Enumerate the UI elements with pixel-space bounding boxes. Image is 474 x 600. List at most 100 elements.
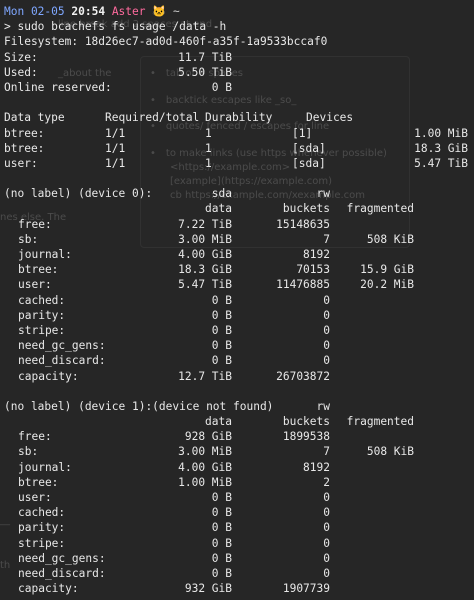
prompt-date: Mon 02-05 — [4, 5, 65, 18]
usage-fragmented: 15.9 GiB — [360, 263, 414, 277]
durability: 1 — [205, 126, 212, 140]
summary-block: Filesystem: 18d26ec7-ad0d-460f-a35f-1a95… — [4, 34, 468, 95]
required-total: 1/1 — [105, 126, 126, 140]
device-1-row: free: 928 GiB 1899538 — [4, 429, 468, 444]
usage-data: 0 B — [211, 521, 232, 535]
device-0-row: need_gc_gens: 0 B 0 — [4, 338, 468, 353]
usage-label: btree: — [18, 475, 59, 489]
usage-label: stripe: — [18, 536, 66, 550]
device-1-row: parity: 0 B 0 — [4, 520, 468, 535]
devices: [sda] — [292, 156, 326, 170]
device-0-row: cached: 0 B 0 — [4, 293, 468, 308]
usage-data: 3.00 MiB — [178, 232, 232, 246]
usage-buckets: 0 — [323, 521, 330, 535]
usage-label: need_gc_gens: — [18, 339, 106, 353]
device-0-row: journal: 4.00 GiB 8192 — [4, 247, 468, 262]
usage-buckets: 70153 — [296, 263, 330, 277]
prompt-line: Mon 02-05 20:54 Aster 🐱 ~ — [4, 4, 468, 19]
devices: [1] — [292, 126, 313, 140]
device-1-row: sb: 3.00 MiB 7 508 KiB — [4, 444, 468, 459]
usage-data: 0 B — [211, 536, 232, 550]
summary-row: Used: 5.50 TiB — [4, 65, 468, 80]
durability: 1 — [205, 156, 212, 170]
usage-data: 0 B — [211, 491, 232, 504]
data-type: user: — [4, 156, 38, 170]
summary-label: Size: — [4, 50, 38, 64]
device-1-row: capacity: 932 GiB 1907739 — [4, 581, 468, 596]
usage-buckets: 26703872 — [276, 369, 330, 383]
usage-data: 0 B — [211, 506, 232, 520]
usage-data: 7.22 TiB — [178, 217, 232, 231]
device-title-row: (no label) (device 1):(device not found)… — [4, 399, 468, 414]
usage-label: parity: — [18, 308, 66, 322]
usage-buckets: 0 — [323, 354, 330, 368]
usage-label: capacity: — [18, 369, 79, 383]
usage-label: cached: — [18, 506, 66, 520]
device-1-block: (no label) (device 1):(device not found)… — [4, 399, 468, 596]
device-0-row: stripe: 0 B 0 — [4, 323, 468, 338]
device-0-block: (no label) (device 0): sda rw data buckets fr… — [4, 186, 468, 383]
devices: [sda] — [292, 141, 326, 155]
usage-label: sb: — [18, 232, 39, 246]
summary-value: 0 B — [211, 80, 232, 94]
usage-data: 18.3 GiB — [178, 263, 232, 277]
replicas-row: btree: 1/1 1 [1] 1.00 MiB — [4, 126, 468, 141]
usage-data: 0 B — [211, 551, 232, 565]
cat-icon: 🐱 — [152, 5, 167, 18]
summary-value: 11.7 TiB — [178, 50, 232, 64]
device-1-row: journal: 4.00 GiB 8192 — [4, 460, 468, 475]
usage-label: journal: — [18, 460, 72, 474]
replicas-header: Data type Required/total Durability Devices — [4, 110, 468, 125]
size: 1.00 MiB — [414, 126, 468, 140]
usage-label: user: — [18, 491, 52, 504]
data-type: btree: — [4, 141, 45, 155]
replicas-header-cell: Devices — [306, 111, 354, 125]
usage-buckets: 11476885 — [276, 278, 330, 292]
device-0-row: user: 5.47 TiB 11476885 20.2 MiB — [4, 277, 468, 292]
usage-label: stripe: — [18, 323, 66, 337]
device-state: rw — [316, 399, 330, 413]
size: 5.47 TiB — [414, 156, 468, 170]
device-1-row: need_discard: 0 B 0 — [4, 566, 468, 581]
device-header-fragmented: fragmented — [346, 202, 414, 216]
usage-data: 0 B — [211, 308, 232, 322]
required-total: 1/1 — [105, 141, 126, 155]
device-1-row: user: 0 B 0 — [4, 490, 468, 505]
usage-label: need_discard: — [18, 566, 106, 580]
usage-buckets: 0 — [323, 566, 330, 580]
usage-label: free: — [18, 430, 52, 444]
device-title-row: (no label) (device 0): sda rw — [4, 186, 468, 201]
usage-label: free: — [18, 217, 52, 231]
usage-buckets: 0 — [323, 491, 330, 504]
terminal-output: Mon 02-05 20:54 Aster 🐱 ~ > sudo bcachef… — [4, 4, 468, 596]
usage-data: 0 B — [211, 354, 232, 368]
usage-fragmented: 508 KiB — [366, 445, 414, 459]
usage-fragmented: 20.2 MiB — [360, 278, 414, 292]
usage-fragmented: 508 KiB — [366, 232, 414, 246]
usage-label: need_gc_gens: — [18, 551, 106, 565]
replicas-table: Data type Required/total Durability Devices… — [4, 110, 468, 171]
command-line: > sudo bcachefs fs usage /data -h — [4, 20, 227, 34]
usage-label: sb: — [18, 445, 39, 459]
usage-label: need_discard: — [18, 354, 106, 368]
usage-data: 1.00 MiB — [178, 475, 232, 489]
device-header-row: data buckets fragmented — [4, 414, 468, 429]
usage-label: cached: — [18, 293, 66, 307]
usage-data: 3.00 MiB — [178, 445, 232, 459]
usage-buckets: 8192 — [303, 248, 330, 261]
device-0-row: free: 7.22 TiB 15148635 — [4, 217, 468, 232]
summary-label: Online reserved: — [4, 80, 112, 94]
required-total: 1/1 — [105, 156, 126, 170]
replicas-header-cell: Durability — [205, 111, 273, 125]
usage-data: 5.47 TiB — [178, 278, 232, 292]
usage-buckets: 15148635 — [276, 217, 330, 231]
usage-label: btree: — [18, 263, 59, 277]
device-1-row: need_gc_gens: 0 B 0 — [4, 551, 468, 566]
summary-row: Size: 11.7 TiB — [4, 50, 468, 65]
replicas-row: btree: 1/1 1 [sda] 18.3 GiB — [4, 141, 468, 156]
usage-buckets: 2 — [323, 475, 330, 489]
usage-data: 932 GiB — [184, 582, 232, 596]
usage-buckets: 0 — [323, 308, 330, 322]
